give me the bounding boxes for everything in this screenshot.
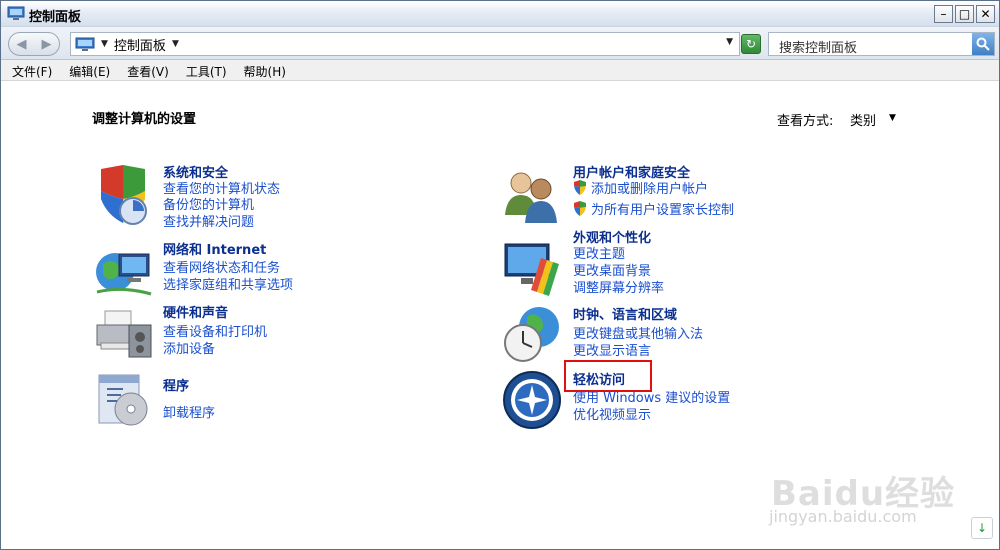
- menu-edit[interactable]: 编辑(E): [69, 60, 110, 80]
- category-network-internet[interactable]: 网络和 Internet: [163, 239, 266, 258]
- link-parental-controls[interactable]: 为所有用户设置家长控制: [573, 199, 734, 218]
- forward-arrow-icon: ▶: [41, 36, 52, 52]
- breadcrumb-dropdown-icon[interactable]: ▼: [172, 39, 179, 49]
- title-bar: 控制面板 – □ ✕: [1, 1, 999, 27]
- scroll-down-button[interactable]: ↓: [971, 517, 993, 539]
- search-icon: [976, 37, 990, 51]
- link-add-remove-user-label: 添加或删除用户帐户: [591, 182, 709, 197]
- close-button[interactable]: ✕: [976, 5, 995, 23]
- view-by-select[interactable]: 类别: [850, 110, 876, 129]
- breadcrumb-control-panel[interactable]: 控制面板: [114, 35, 166, 54]
- link-optimize-video-display[interactable]: 优化视频显示: [573, 404, 651, 423]
- address-toolbar: ◀ ▶ ▼ 控制面板 ▼ ▼ ↻ 搜索控制面板: [1, 27, 999, 60]
- ease-of-access-icon[interactable]: [501, 369, 563, 431]
- shield-icon[interactable]: [93, 165, 155, 227]
- link-uninstall-program[interactable]: 卸载程序: [163, 402, 215, 421]
- link-add-remove-user[interactable]: 添加或删除用户帐户: [573, 178, 708, 197]
- programs-icon[interactable]: [93, 369, 155, 431]
- link-parental-controls-label: 为所有用户设置家长控制: [591, 203, 735, 218]
- back-arrow-icon: ◀: [16, 36, 27, 52]
- users-icon[interactable]: [501, 165, 563, 227]
- clock-globe-icon[interactable]: [501, 303, 563, 365]
- control-panel-icon: [7, 6, 25, 20]
- view-by-label: 查看方式:: [777, 114, 834, 129]
- link-adjust-resolution[interactable]: 调整屏幕分辨率: [573, 277, 664, 296]
- search-box[interactable]: 搜索控制面板: [768, 32, 995, 56]
- link-change-display-language[interactable]: 更改显示语言: [573, 340, 651, 359]
- search-button[interactable]: [972, 33, 994, 55]
- address-history-dropdown-icon[interactable]: ▼: [726, 37, 733, 47]
- link-add-device[interactable]: 添加设备: [163, 338, 215, 357]
- maximize-button[interactable]: □: [955, 5, 974, 23]
- baidu-watermark-url: jingyan.baidu.com: [769, 507, 917, 526]
- address-bar[interactable]: ▼ 控制面板 ▼ ▼: [70, 32, 740, 56]
- minimize-icon: –: [940, 7, 947, 21]
- menu-file[interactable]: 文件(F): [12, 60, 52, 80]
- nav-buttons: ◀ ▶: [8, 32, 60, 56]
- minimize-button[interactable]: –: [934, 5, 953, 23]
- forward-button[interactable]: ▶: [34, 33, 59, 55]
- appearance-icon[interactable]: [501, 238, 563, 300]
- arrow-down-icon: ↓: [976, 521, 988, 535]
- network-globe-icon[interactable]: [93, 242, 155, 304]
- link-find-fix-problems[interactable]: 查找并解决问题: [163, 211, 254, 230]
- control-panel-icon: [75, 37, 95, 51]
- category-clock-language-region[interactable]: 时钟、语言和区域: [573, 304, 677, 323]
- close-icon: ✕: [980, 7, 991, 21]
- menu-tools[interactable]: 工具(T): [186, 60, 227, 80]
- category-hardware-sound[interactable]: 硬件和声音: [163, 302, 228, 321]
- search-input[interactable]: 搜索控制面板: [779, 37, 857, 56]
- back-button[interactable]: ◀: [9, 33, 34, 55]
- control-panel-window: 控制面板 – □ ✕ ◀ ▶ ▼ 控制面板 ▼ ▼ ↻ 搜索控制面板 文件(F)…: [0, 0, 1000, 550]
- menu-view[interactable]: 查看(V): [127, 60, 169, 80]
- highlight-box: [564, 360, 652, 392]
- printer-icon[interactable]: [93, 303, 155, 365]
- category-programs[interactable]: 程序: [163, 375, 189, 394]
- menu-help[interactable]: 帮助(H): [244, 60, 286, 80]
- uac-shield-icon: [574, 180, 586, 195]
- menu-bar: 文件(F) 编辑(E) 查看(V) 工具(T) 帮助(H): [1, 60, 999, 81]
- chevron-down-icon[interactable]: ▼: [889, 113, 896, 123]
- refresh-button[interactable]: ↻: [741, 34, 761, 54]
- maximize-icon: □: [958, 7, 971, 21]
- window-controls: – □ ✕: [934, 5, 995, 23]
- window-title: 控制面板: [29, 10, 82, 25]
- refresh-icon: ↻: [745, 37, 757, 51]
- control-panel-content: 调整计算机的设置 查看方式: 类别 ▼ 系统和安全 查看您的计算机状态 备份您的…: [1, 81, 999, 549]
- page-title: 调整计算机的设置: [92, 112, 197, 127]
- breadcrumb-arrow-icon[interactable]: ▼: [101, 39, 108, 49]
- uac-shield-icon: [574, 201, 586, 216]
- link-homegroup-sharing[interactable]: 选择家庭组和共享选项: [163, 274, 293, 293]
